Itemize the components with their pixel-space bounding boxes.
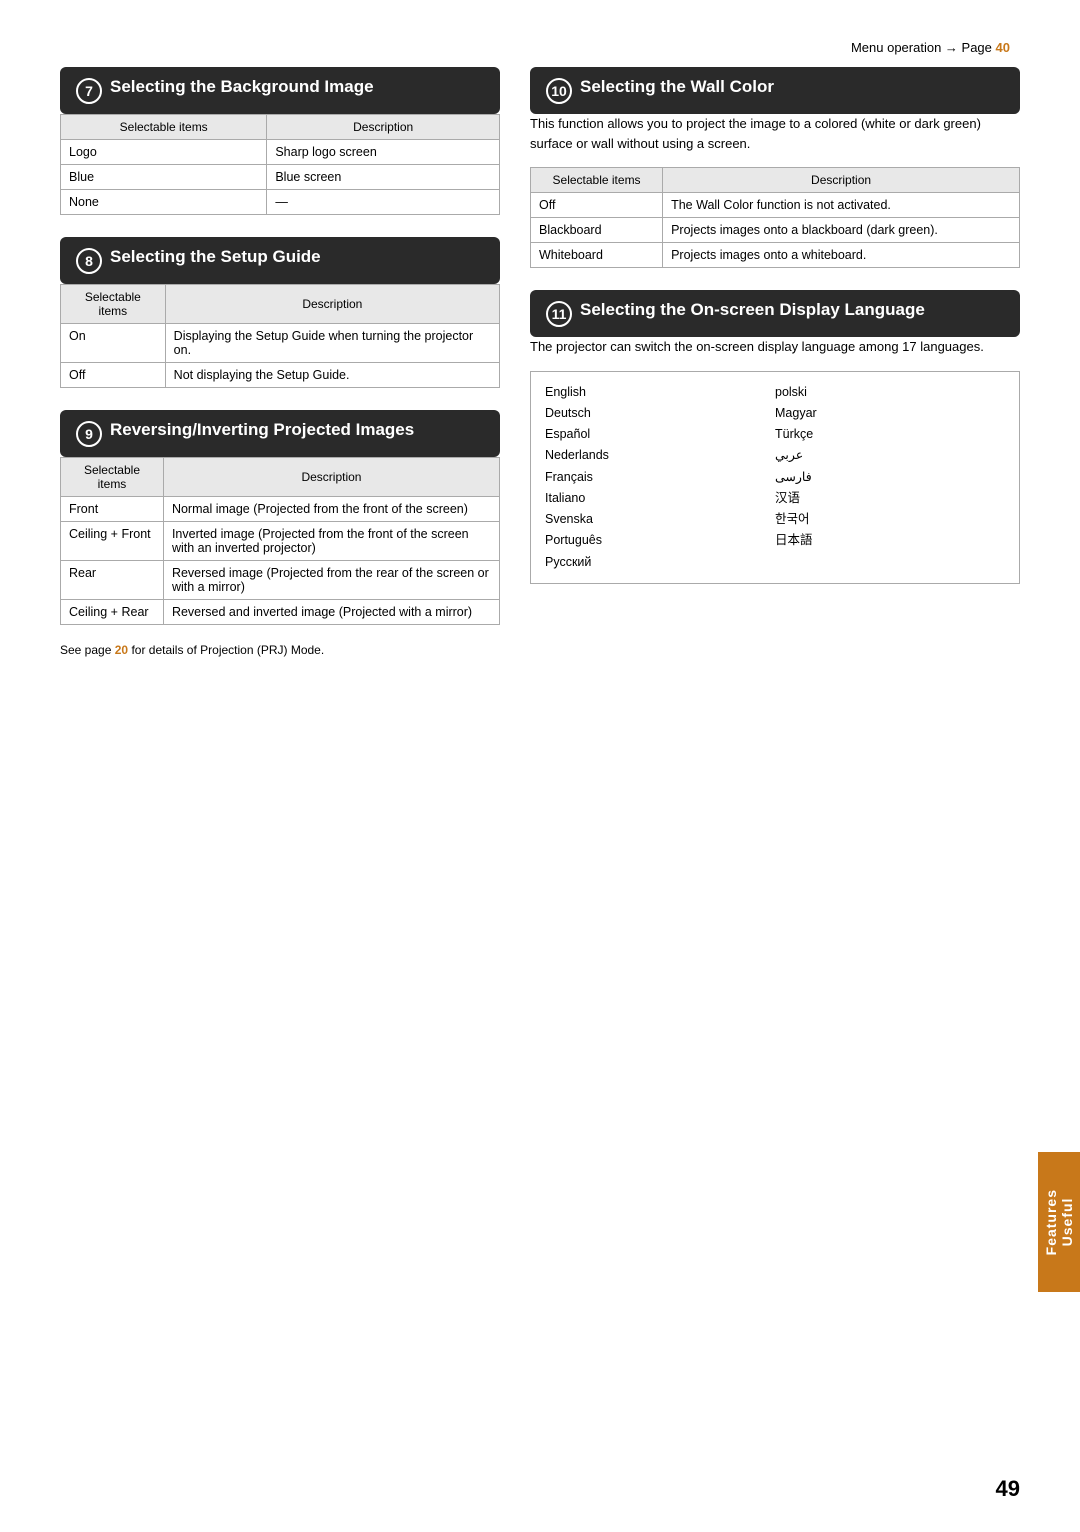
section-9-footer: See page 20 for details of Projection (P… [60, 643, 500, 657]
menu-ref-page: 40 [996, 40, 1010, 55]
footer-rest: for details of Projection (PRJ) Mode. [131, 643, 324, 657]
right-column: 10 Selecting the Wall Color This functio… [530, 67, 1020, 679]
section-8-block: 8 Selecting the Setup Guide Selectable i… [60, 237, 500, 388]
table-cell-desc: Reversed image (Projected from the rear … [163, 561, 499, 600]
table-cell-item: Rear [61, 561, 164, 600]
section-7-heading: 7 Selecting the Background Image [60, 67, 500, 114]
section-10-block: 10 Selecting the Wall Color This functio… [530, 67, 1020, 268]
section-10-body: This function allows you to project the … [530, 114, 1020, 153]
table-cell-desc: Sharp logo screen [267, 140, 500, 165]
side-tab-line2: Features [1043, 1189, 1059, 1255]
table-cell-desc: Not displaying the Setup Guide. [165, 363, 499, 388]
table-cell-item: Logo [61, 140, 267, 165]
s8-col1-header: Selectable items [61, 285, 166, 324]
table-cell-item: None [61, 190, 267, 215]
language-item: Italiano [545, 488, 775, 509]
table-cell-item: On [61, 324, 166, 363]
section-10-heading: 10 Selecting the Wall Color [530, 67, 1020, 114]
language-item: Türkçe [775, 424, 1005, 445]
section-7-number: 7 [76, 78, 102, 104]
section-11-block: 11 Selecting the On-screen Display Langu… [530, 290, 1020, 584]
language-item: 汉语 [775, 488, 1005, 509]
table-cell-desc: Projects images onto a whiteboard. [663, 243, 1020, 268]
language-item: Svenska [545, 509, 775, 530]
s8-col2-header: Description [165, 285, 499, 324]
left-column: 7 Selecting the Background Image Selecta… [60, 67, 500, 679]
table-cell-desc: — [267, 190, 500, 215]
section-8-number: 8 [76, 248, 102, 274]
page-number: 49 [996, 1476, 1020, 1502]
section-10-number: 10 [546, 78, 572, 104]
section-11-body: The projector can switch the on-screen d… [530, 337, 1020, 357]
s7-col1-header: Selectable items [61, 115, 267, 140]
section-9-heading: 9 Reversing/Inverting Projected Images [60, 410, 500, 457]
table-cell-item: Off [61, 363, 166, 388]
language-item: Magyar [775, 403, 1005, 424]
table-cell-item: Off [531, 193, 663, 218]
language-item: Nederlands [545, 445, 775, 466]
side-tab-line1: Useful [1059, 1198, 1075, 1247]
section-8-heading: 8 Selecting the Setup Guide [60, 237, 500, 284]
table-cell-item: Ceiling + Rear [61, 600, 164, 625]
section-9-number: 9 [76, 421, 102, 447]
table-cell-desc: Blue screen [267, 165, 500, 190]
side-tab: Useful Features [1038, 1152, 1080, 1292]
section-9-table: Selectable items Description FrontNormal… [60, 457, 500, 625]
two-col-layout: 7 Selecting the Background Image Selecta… [60, 67, 1020, 679]
section-7-block: 7 Selecting the Background Image Selecta… [60, 67, 500, 215]
footer-page: 20 [115, 643, 128, 657]
language-item: Português [545, 530, 775, 551]
section-7-table: Selectable items Description LogoSharp l… [60, 114, 500, 215]
footer-prefix: See page [60, 643, 111, 657]
menu-ref-label: Menu operation → Page [851, 40, 992, 55]
section-8-title: Selecting the Setup Guide [110, 247, 321, 267]
s7-col2-header: Description [267, 115, 500, 140]
table-cell-item: Blackboard [531, 218, 663, 243]
section-7-title: Selecting the Background Image [110, 77, 374, 97]
language-item: 日本語 [775, 530, 1005, 551]
table-cell-desc: Inverted image (Projected from the front… [163, 522, 499, 561]
table-cell-desc: Projects images onto a blackboard (dark … [663, 218, 1020, 243]
section-8-table: Selectable items Description OnDisplayin… [60, 284, 500, 388]
section-11-heading: 11 Selecting the On-screen Display Langu… [530, 290, 1020, 337]
section-11-title: Selecting the On-screen Display Language [580, 300, 925, 320]
table-cell-desc: Reversed and inverted image (Projected w… [163, 600, 499, 625]
section-11-number: 11 [546, 301, 572, 327]
table-cell-item: Blue [61, 165, 267, 190]
section-9-title: Reversing/Inverting Projected Images [110, 420, 414, 440]
section-10-title: Selecting the Wall Color [580, 77, 774, 97]
section-9-block: 9 Reversing/Inverting Projected Images S… [60, 410, 500, 657]
section-10-table: Selectable items Description OffThe Wall… [530, 167, 1020, 268]
language-item: polski [775, 382, 1005, 403]
language-item: Deutsch [545, 403, 775, 424]
language-item: Español [545, 424, 775, 445]
s10-col1-header: Selectable items [531, 168, 663, 193]
table-cell-desc: The Wall Color function is not activated… [663, 193, 1020, 218]
lang-col-1: EnglishDeutschEspañolNederlandsFrançaisI… [545, 382, 775, 573]
s10-col2-header: Description [663, 168, 1020, 193]
language-item: Français [545, 467, 775, 488]
s9-col1-header: Selectable items [61, 458, 164, 497]
menu-ref: Menu operation → Page 40 [60, 40, 1020, 55]
lang-col-2: polskiMagyarTürkçeعربيفارسی汉语한국어日本語 [775, 382, 1005, 573]
side-tab-text: Useful Features [1043, 1189, 1075, 1255]
language-item: فارسی [775, 467, 1005, 488]
page-container: Menu operation → Page 40 7 Selecting the… [0, 0, 1080, 1532]
table-cell-desc: Displaying the Setup Guide when turning … [165, 324, 499, 363]
language-item: عربي [775, 445, 1005, 466]
table-cell-item: Whiteboard [531, 243, 663, 268]
language-item: Русский [545, 552, 775, 573]
table-cell-item: Front [61, 497, 164, 522]
table-cell-item: Ceiling + Front [61, 522, 164, 561]
language-item: 한국어 [775, 509, 1005, 530]
language-item: English [545, 382, 775, 403]
table-cell-desc: Normal image (Projected from the front o… [163, 497, 499, 522]
s9-col2-header: Description [163, 458, 499, 497]
language-table: EnglishDeutschEspañolNederlandsFrançaisI… [530, 371, 1020, 584]
